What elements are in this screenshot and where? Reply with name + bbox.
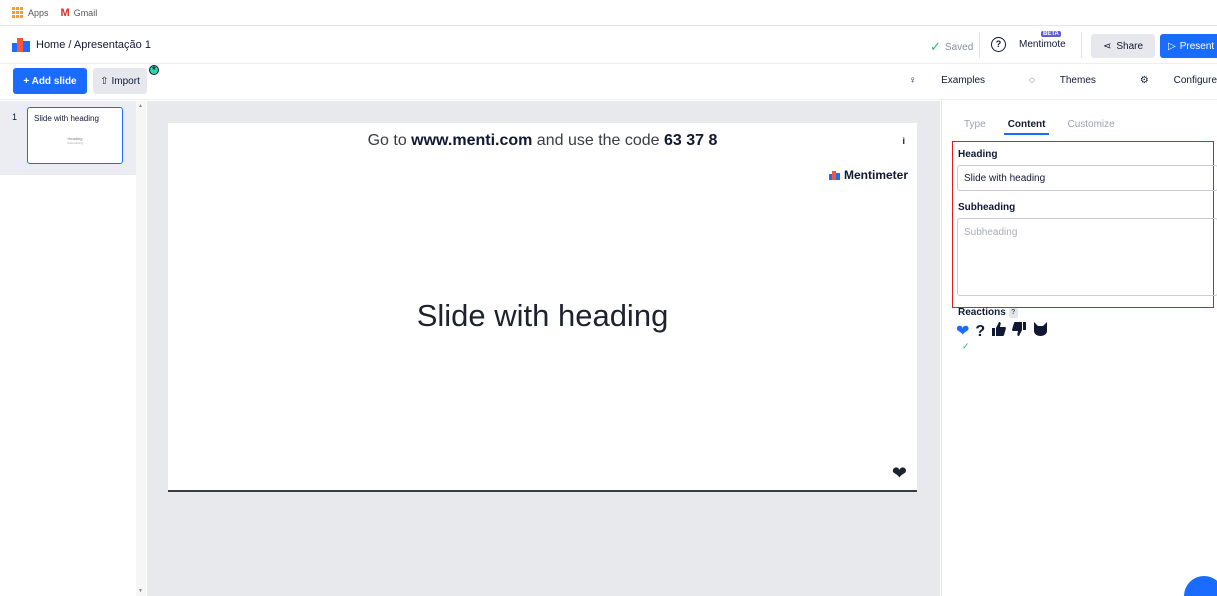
examples-label: Examples xyxy=(941,75,986,86)
configure-label: Configure xyxy=(1173,75,1217,86)
slide-thumbnail[interactable]: Slide with heading Heading Subheading xyxy=(27,107,123,164)
slide-thumb-title: Slide with heading xyxy=(34,114,99,123)
app-header: Home / Apresentação 1 ✓ Saved ? Mentimot… xyxy=(0,26,1217,64)
apps-grid-icon xyxy=(12,7,23,18)
heart-icon: ❤ xyxy=(891,463,907,483)
import-label: Import xyxy=(111,75,140,87)
join-middle: and use the code xyxy=(532,132,665,149)
mentimeter-brand: Mentimeter xyxy=(828,168,908,182)
check-icon: ✓ xyxy=(930,39,941,54)
play-icon: ▷ xyxy=(1168,40,1176,52)
breadcrumb[interactable]: Home / Apresentação 1 xyxy=(36,39,151,51)
share-icon: ⋖ xyxy=(1102,40,1112,52)
slide-list-item[interactable]: 1 Slide with heading Heading Subheading xyxy=(0,101,136,175)
reactions-section: Reactions ? xyxy=(958,307,1018,318)
gear-icon: ⚙ xyxy=(1139,75,1152,86)
tab-content[interactable]: Content xyxy=(1003,119,1050,135)
heading-input[interactable]: Slide with heading xyxy=(957,165,1217,191)
divider xyxy=(979,32,980,58)
mentimote-button[interactable]: Mentimote xyxy=(1019,39,1066,50)
subheading-input[interactable]: Subheading xyxy=(957,218,1217,296)
cat-icon[interactable] xyxy=(1033,322,1048,341)
subheading-label: Subheading xyxy=(958,202,1016,213)
info-icon[interactable]: i xyxy=(902,136,905,146)
apps-bookmark[interactable]: Apps xyxy=(12,7,49,18)
mentimeter-logo-icon[interactable] xyxy=(12,38,30,52)
upload-icon: ⇧ xyxy=(100,75,109,87)
slide-preview[interactable]: Go to www.menti.com and use the code 63 … xyxy=(168,123,917,492)
saved-status: ✓ Saved xyxy=(930,39,973,55)
reactions-row: ❤ ? xyxy=(956,322,1054,341)
join-prefix: Go to xyxy=(367,132,412,149)
gmail-icon: M xyxy=(60,6,70,19)
examples-button[interactable]: ♀ Examples xyxy=(887,75,985,86)
slide-list: 1 Slide with heading Heading Subheading … xyxy=(0,101,146,596)
saved-label: Saved xyxy=(944,41,974,53)
thumbs-down-icon[interactable] xyxy=(1012,322,1027,341)
slide-heading: Slide with heading xyxy=(416,298,669,333)
slide-number: 1 xyxy=(12,112,18,122)
heart-icon[interactable]: ❤ xyxy=(956,323,969,341)
tab-type[interactable]: Type xyxy=(964,119,986,130)
reactions-label: Reactions xyxy=(958,307,1006,318)
slide-canvas: Go to www.menti.com and use the code 63 … xyxy=(147,101,940,596)
themes-label: Themes xyxy=(1059,75,1096,86)
configure-button[interactable]: ⚙ Configure xyxy=(1118,75,1217,86)
share-button[interactable]: ⋖ Share xyxy=(1091,34,1155,58)
slide-list-scrollbar[interactable]: ▲ ▼ xyxy=(136,101,146,596)
beta-badge: BETA xyxy=(1041,31,1061,37)
add-slide-button[interactable]: + Add slide xyxy=(13,68,87,94)
themes-icon: ◌ xyxy=(1029,75,1038,86)
mentimeter-brand-label: Mentimeter xyxy=(843,168,908,182)
share-label: Share xyxy=(1116,40,1144,52)
content-panel: Type Content Customize Heading Slide wit… xyxy=(941,101,1217,596)
gmail-bookmark[interactable]: M Gmail xyxy=(61,7,98,19)
present-label: Present xyxy=(1179,40,1215,52)
divider xyxy=(1081,32,1082,58)
help-icon[interactable]: ? xyxy=(991,37,1006,52)
reactions-help-icon[interactable]: ? xyxy=(1008,307,1018,318)
themes-button[interactable]: ◌ Themes xyxy=(1007,75,1096,86)
gmail-label: Gmail xyxy=(73,7,98,18)
thumbs-up-icon[interactable] xyxy=(991,322,1007,341)
bulb-icon: ♀ xyxy=(908,75,920,86)
slide-thumb-subheading: Subheading xyxy=(66,141,83,145)
heading-label: Heading xyxy=(958,149,998,160)
question-icon[interactable]: ? xyxy=(975,323,985,341)
check-icon: ✓ xyxy=(962,341,970,351)
join-code: 63 37 8 xyxy=(664,132,718,149)
bookmarks-bar: Apps M Gmail xyxy=(0,0,1217,26)
apps-label: Apps xyxy=(28,7,49,18)
panel-tabs: Type Content Customize xyxy=(964,119,1137,135)
present-button[interactable]: ▷ Present xyxy=(1160,34,1217,58)
scroll-up-icon[interactable]: ▲ xyxy=(138,103,143,109)
tab-customize[interactable]: Customize xyxy=(1067,119,1114,130)
join-instructions: Go to www.menti.com and use the code 63 … xyxy=(168,132,917,150)
mentimeter-logo-icon xyxy=(828,170,840,180)
scroll-down-icon[interactable]: ▼ xyxy=(138,588,143,594)
import-button[interactable]: ⇧ Import xyxy=(93,68,147,94)
new-badge-icon: ★ xyxy=(149,65,159,75)
join-url: www.menti.com xyxy=(411,132,533,149)
right-tools: ♀ Examples ◌ Themes ⚙ Configure xyxy=(865,75,1217,86)
editor-toolbar: + Add slide ⇧ Import ★ ♀ Examples ◌ Them… xyxy=(0,64,1217,100)
